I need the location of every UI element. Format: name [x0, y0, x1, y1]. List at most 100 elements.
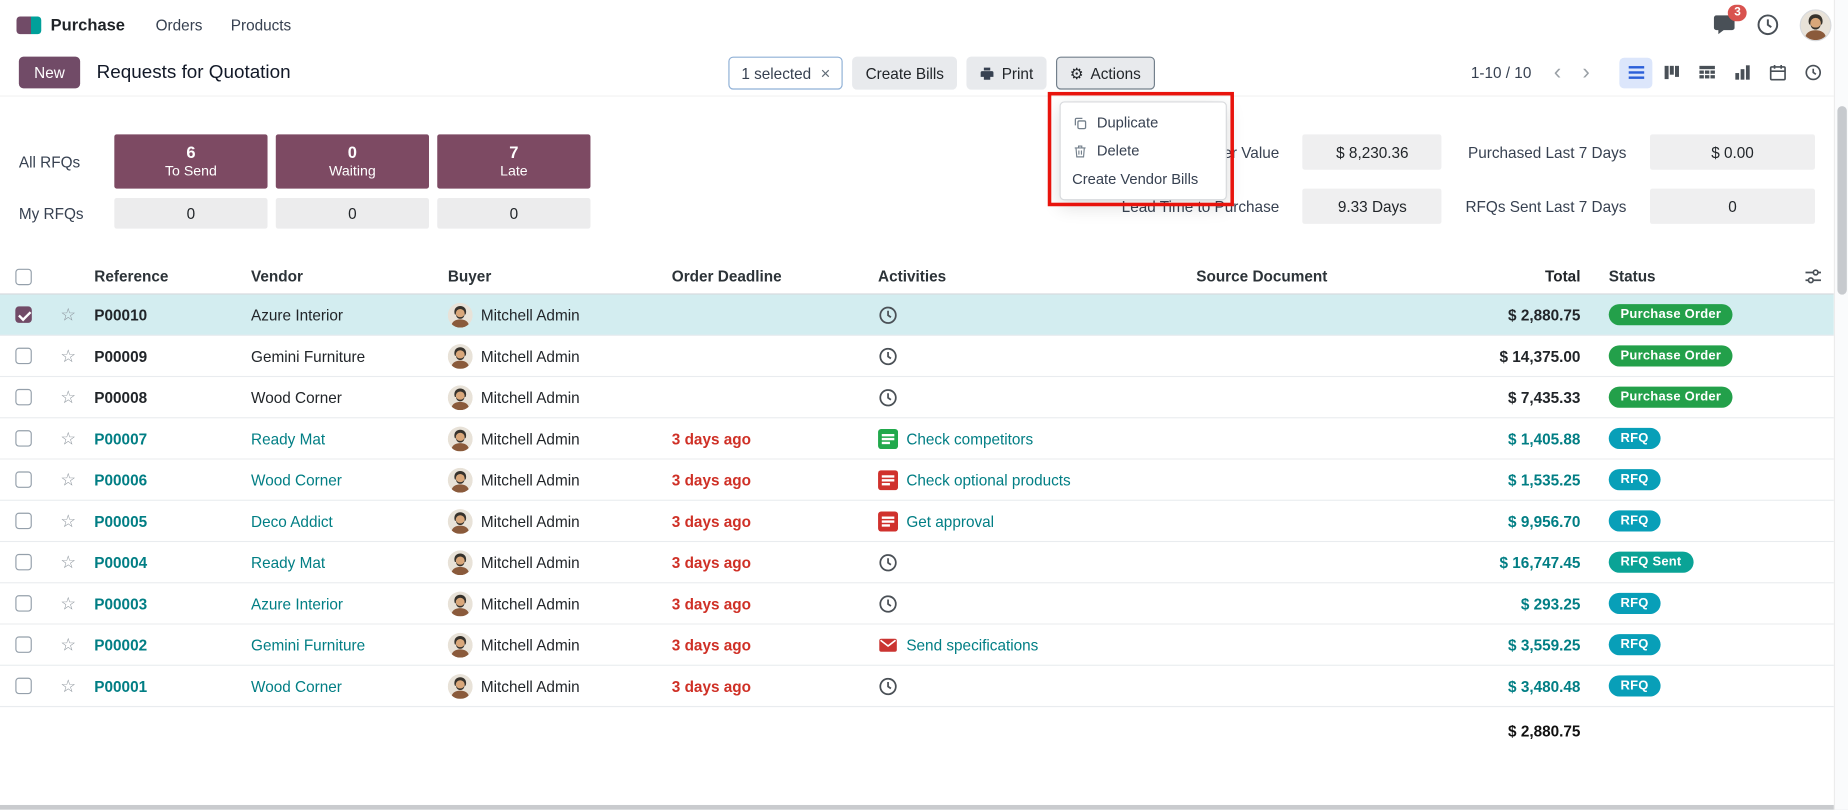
list-view-icon[interactable]: [1619, 57, 1652, 88]
star-icon[interactable]: ☆: [47, 295, 89, 335]
row-checkbox[interactable]: [15, 513, 32, 530]
row-activity[interactable]: Send specifications: [873, 625, 1191, 665]
star-icon[interactable]: ☆: [47, 501, 89, 541]
activity-view-icon[interactable]: [1796, 57, 1829, 88]
star-icon[interactable]: ☆: [47, 460, 89, 500]
row-checkbox[interactable]: [15, 678, 32, 695]
header-total[interactable]: Total: [1398, 259, 1592, 293]
lead-time-value[interactable]: 9.33 Days: [1303, 189, 1442, 224]
clear-selection-icon[interactable]: ×: [821, 64, 831, 83]
header-reference[interactable]: Reference: [90, 259, 247, 293]
optional-columns-icon[interactable]: [1804, 268, 1822, 286]
row-activity[interactable]: [873, 295, 1191, 335]
table-row[interactable]: ☆ P00005 Deco Addict Mitchell Admin 3 da…: [0, 501, 1834, 542]
rfqs-sent-last-7-days[interactable]: 0: [1650, 189, 1815, 224]
tile-waiting[interactable]: 0 Waiting: [276, 134, 429, 188]
pager-previous-icon[interactable]: ‹: [1543, 61, 1572, 83]
table-row[interactable]: ☆ P00004 Ready Mat Mitchell Admin 3 days…: [0, 542, 1834, 583]
row-activity[interactable]: Get approval: [873, 501, 1191, 541]
pager-range[interactable]: 1-10 / 10: [1471, 64, 1531, 82]
row-checkbox[interactable]: [15, 595, 32, 612]
header-vendor[interactable]: Vendor: [246, 259, 443, 293]
tile-my-to-send[interactable]: 0: [114, 198, 267, 229]
row-checkbox[interactable]: [15, 389, 32, 405]
star-icon[interactable]: ☆: [47, 666, 89, 706]
menu-item-create-vendor-bills[interactable]: Create Vendor Bills: [1060, 165, 1225, 193]
create-bills-button[interactable]: Create Bills: [853, 57, 957, 90]
table-row[interactable]: ☆ P00007 Ready Mat Mitchell Admin 3 days…: [0, 418, 1834, 459]
table-row[interactable]: ☆ P00010 Azure Interior Mitchell Admin $…: [0, 295, 1834, 336]
activity-label[interactable]: Get approval: [906, 512, 994, 530]
star-icon[interactable]: ☆: [47, 336, 89, 376]
header-order-deadline[interactable]: Order Deadline: [667, 259, 873, 293]
table-row[interactable]: ☆ P00006 Wood Corner Mitchell Admin 3 da…: [0, 460, 1834, 501]
row-activity[interactable]: [873, 666, 1191, 706]
messages-icon[interactable]: 3: [1712, 13, 1736, 37]
clock-icon[interactable]: [878, 305, 898, 325]
app-name[interactable]: Purchase: [51, 15, 125, 34]
row-activity[interactable]: Check competitors: [873, 418, 1191, 458]
row-checkbox[interactable]: [15, 554, 32, 571]
clock-icon[interactable]: [878, 346, 898, 366]
star-icon[interactable]: ☆: [47, 377, 89, 417]
table-row[interactable]: ☆ P00009 Gemini Furniture Mitchell Admin…: [0, 336, 1834, 377]
pivot-view-icon[interactable]: [1690, 57, 1723, 88]
header-source-document[interactable]: Source Document: [1192, 259, 1398, 293]
table-row[interactable]: ☆ P00008 Wood Corner Mitchell Admin $ 7,…: [0, 377, 1834, 418]
table-row[interactable]: ☆ P00003 Azure Interior Mitchell Admin 3…: [0, 583, 1834, 624]
row-activity[interactable]: [873, 377, 1191, 417]
list-red-icon[interactable]: [878, 470, 898, 490]
list-green-icon[interactable]: [878, 428, 898, 448]
tile-late[interactable]: 7 Late: [437, 134, 590, 188]
list-red-icon[interactable]: [878, 511, 898, 531]
star-icon[interactable]: ☆: [47, 542, 89, 582]
star-icon[interactable]: ☆: [47, 418, 89, 458]
activity-label[interactable]: Check competitors: [906, 430, 1033, 448]
select-all-checkbox[interactable]: [15, 268, 32, 285]
scrollbar-thumb[interactable]: [1837, 106, 1846, 295]
row-activity[interactable]: [873, 583, 1191, 623]
avg-order-value[interactable]: $ 8,230.36: [1303, 134, 1442, 169]
menu-orders[interactable]: Orders: [156, 16, 203, 34]
star-icon[interactable]: ☆: [47, 583, 89, 623]
user-avatar[interactable]: [1800, 9, 1832, 41]
tile-my-late[interactable]: 0: [437, 198, 590, 229]
row-checkbox[interactable]: [15, 471, 32, 488]
clock-icon[interactable]: [878, 387, 898, 407]
row-checkbox[interactable]: [15, 306, 32, 323]
menu-item-duplicate[interactable]: Duplicate: [1060, 108, 1225, 136]
star-icon[interactable]: ☆: [47, 625, 89, 665]
row-checkbox[interactable]: [15, 636, 32, 653]
mail-red-icon[interactable]: [878, 635, 898, 655]
row-checkbox[interactable]: [15, 348, 32, 365]
row-activity[interactable]: [873, 336, 1191, 376]
header-activities[interactable]: Activities: [873, 259, 1191, 293]
table-row[interactable]: ☆ P00001 Wood Corner Mitchell Admin 3 da…: [0, 666, 1834, 707]
activity-label[interactable]: Check optional products: [906, 471, 1070, 489]
clock-icon[interactable]: [878, 593, 898, 613]
activities-clock-icon[interactable]: [1756, 13, 1780, 37]
row-activity[interactable]: Check optional products: [873, 460, 1191, 500]
header-status[interactable]: Status: [1592, 259, 1769, 293]
clock-icon[interactable]: [878, 676, 898, 696]
kanban-view-icon[interactable]: [1655, 57, 1688, 88]
header-buyer[interactable]: Buyer: [443, 259, 667, 293]
clock-icon[interactable]: [878, 552, 898, 572]
pager-next-icon[interactable]: ›: [1572, 61, 1601, 83]
calendar-view-icon[interactable]: [1761, 57, 1794, 88]
purchase-app-icon[interactable]: [16, 16, 41, 34]
purchased-last-7-days[interactable]: $ 0.00: [1650, 134, 1815, 169]
menu-item-delete[interactable]: Delete: [1060, 137, 1225, 165]
row-activity[interactable]: [873, 542, 1191, 582]
table-row[interactable]: ☆ P00002 Gemini Furniture Mitchell Admin…: [0, 625, 1834, 666]
activity-label[interactable]: Send specifications: [906, 636, 1038, 654]
tile-to-send[interactable]: 6 To Send: [114, 134, 267, 188]
print-button[interactable]: Print: [966, 57, 1046, 90]
graph-view-icon[interactable]: [1725, 57, 1758, 88]
new-button[interactable]: New: [19, 57, 80, 89]
menu-products[interactable]: Products: [231, 16, 291, 34]
row-checkbox[interactable]: [15, 430, 32, 447]
tile-my-waiting[interactable]: 0: [276, 198, 429, 229]
selection-toolbar: 1 selected × Create Bills Print ⚙ Action…: [728, 57, 1155, 90]
actions-button[interactable]: ⚙ Actions Duplicate Delete Create Vendor…: [1056, 57, 1155, 90]
